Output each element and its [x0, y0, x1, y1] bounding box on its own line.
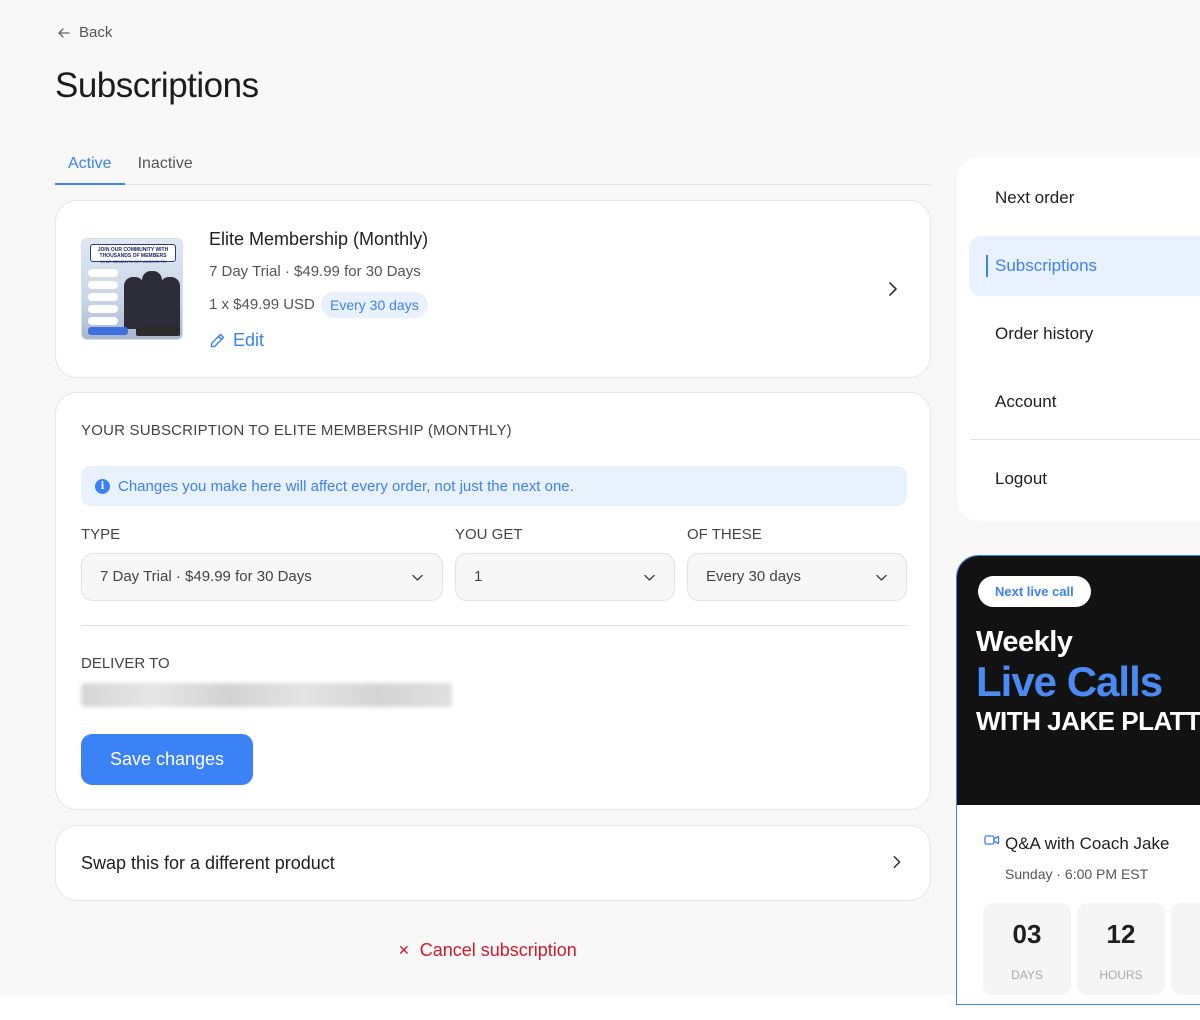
banner-headline-weekly: Weekly	[976, 626, 1073, 658]
product-card[interactable]: JOIN OUR COMMUNITY WITH THOUSANDS OF MEM…	[55, 200, 931, 378]
countdown-days-unit: DAYS	[1011, 968, 1043, 982]
pencil-icon	[210, 333, 225, 348]
arrow-left-icon	[58, 27, 70, 38]
quantity-select-value: 1	[474, 568, 483, 585]
nav-divider	[970, 439, 1200, 440]
deliver-to-label: DELIVER TO	[81, 655, 170, 672]
edit-link[interactable]: Edit	[209, 330, 264, 351]
nav-item-next-order[interactable]: Next order	[995, 188, 1074, 208]
live-call-banner: Next live call Weekly Live Calls WITH JA…	[957, 556, 1200, 805]
page-title: Subscriptions	[55, 66, 259, 105]
banner-headline-live-calls: Live Calls	[976, 658, 1163, 705]
countdown-days-value: 03	[1012, 919, 1042, 949]
swap-label: Swap this for a different product	[81, 853, 335, 873]
product-thumbnail: JOIN OUR COMMUNITY WITH THOUSANDS OF MEM…	[81, 238, 183, 340]
nav-item-logout[interactable]: Logout	[995, 469, 1047, 489]
countdown-days: 03 DAYS	[983, 903, 1071, 995]
countdown-hours-unit: HOURS	[1099, 968, 1143, 982]
close-icon: ✕	[398, 942, 410, 958]
cancel-label: Cancel subscription	[419, 940, 577, 960]
info-icon: i	[95, 478, 110, 494]
video-camera-icon	[984, 835, 1000, 845]
notice-text: Changes you make here will affect every …	[118, 477, 574, 495]
subscription-tabs: Active Inactive	[55, 150, 931, 185]
countdown-hours: 12 HOURS	[1077, 903, 1165, 995]
banner-headline-host: WITH JAKE PLATT	[976, 706, 1200, 736]
nav-item-subscriptions[interactable]: Subscriptions	[995, 256, 1097, 276]
back-label: Back	[79, 24, 113, 41]
call-time: Sunday · 6:00 PM EST	[1005, 866, 1149, 882]
nav-item-account[interactable]: Account	[995, 392, 1056, 412]
next-live-call-pill: Next live call	[978, 576, 1091, 607]
chevron-right-icon	[893, 855, 901, 869]
swap-product-card[interactable]: Swap this for a different product	[55, 825, 931, 901]
frequency-select[interactable]: Every 30 days	[687, 553, 907, 601]
chevron-down-icon	[644, 574, 655, 581]
subscription-details-card: YOUR SUBSCRIPTION TO ELITE MEMBERSHIP (M…	[55, 392, 931, 810]
cancel-subscription-link[interactable]: ✕ Cancel subscription	[398, 940, 577, 961]
save-changes-button[interactable]: Save changes	[81, 734, 253, 785]
back-link[interactable]: Back	[57, 24, 112, 41]
divider	[81, 625, 907, 626]
product-description: 7 Day Trial · $49.99 for 30 Days	[209, 263, 421, 280]
countdown-next-box	[1171, 903, 1200, 995]
type-select[interactable]: 7 Day Trial · $49.99 for 30 Days	[81, 553, 443, 601]
edit-label: Edit	[233, 330, 265, 350]
frequency-badge: Every 30 days	[321, 292, 428, 318]
live-call-card[interactable]: Next live call Weekly Live Calls WITH JA…	[956, 555, 1200, 1005]
chevron-right-icon[interactable]	[885, 281, 901, 297]
account-side-nav: Next order Subscriptions Order history A…	[957, 157, 1200, 521]
thumbnail-headline: JOIN OUR COMMUNITY WITH THOUSANDS OF MEM…	[90, 244, 176, 264]
product-name: Elite Membership (Monthly)	[209, 229, 429, 249]
tab-active[interactable]: Active	[55, 150, 125, 185]
chevron-down-icon	[876, 574, 887, 581]
type-label: TYPE	[81, 526, 121, 543]
countdown-hours-value: 12	[1106, 919, 1136, 949]
product-price: 1 x $49.99 USD	[209, 296, 315, 313]
nav-item-order-history[interactable]: Order history	[995, 324, 1093, 344]
type-select-value: 7 Day Trial · $49.99 for 30 Days	[100, 568, 312, 585]
info-notice: i Changes you make here will affect ever…	[81, 466, 907, 506]
frequency-label: OF THESE	[687, 526, 762, 543]
frequency-select-value: Every 30 days	[706, 568, 802, 585]
tab-inactive[interactable]: Inactive	[125, 150, 206, 185]
nav-active-indicator	[986, 255, 988, 277]
quantity-label: YOU GET	[455, 526, 523, 543]
quantity-select[interactable]: 1	[455, 553, 675, 601]
address-redacted	[81, 683, 452, 707]
chevron-down-icon	[412, 574, 423, 581]
section-title: YOUR SUBSCRIPTION TO ELITE MEMBERSHIP (M…	[81, 422, 512, 439]
call-title: Q&A with Coach Jake	[1005, 834, 1170, 853]
